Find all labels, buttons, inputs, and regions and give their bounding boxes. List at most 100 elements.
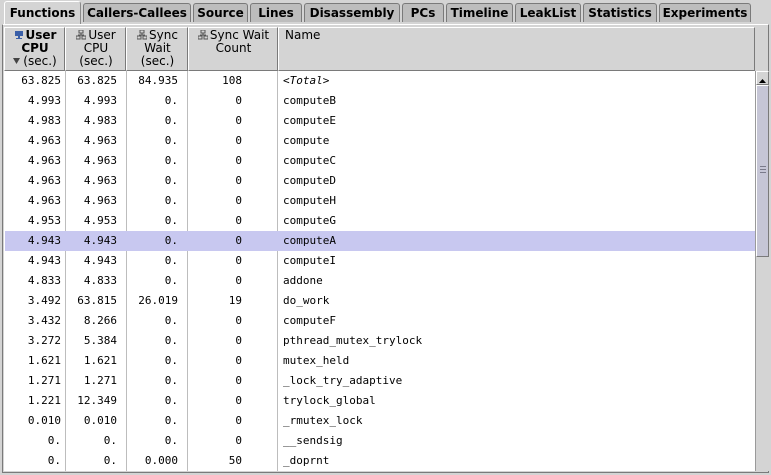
header-inclusive-sync-wait[interactable]: Sync Wait (sec.) — [126, 27, 188, 71]
cell-sync-wait: 0. — [164, 234, 178, 247]
table-row[interactable]: 0. 0. 0.000 50 _doprnt — [5, 451, 755, 471]
cell-function-name: computeD — [283, 174, 336, 187]
tab-timeline[interactable]: Timeline — [446, 3, 513, 22]
cell-inclusive-user-cpu: 4.983 — [83, 114, 117, 127]
tab-leaklist[interactable]: LeakList — [515, 3, 581, 22]
functions-table-body[interactable]: 63.825 63.825 84.935 108 <Total> 4.993 4.993 0.… — [4, 71, 755, 471]
header-label-line1: Sync — [149, 28, 178, 42]
cell-inclusive-user-cpu: 4.963 — [83, 174, 117, 187]
tab-lines[interactable]: Lines — [250, 3, 302, 22]
cell-inclusive-user-cpu: 1.271 — [83, 374, 117, 387]
cell-function-name: computeG — [283, 214, 336, 227]
cell-inclusive-user-cpu: 4.943 — [83, 234, 117, 247]
tab-source[interactable]: Source — [193, 3, 248, 22]
scroll-up-button[interactable] — [756, 71, 769, 85]
inclusive-metric-icon — [76, 30, 87, 40]
table-row[interactable]: 4.963 4.963 0. 0 computeH — [5, 191, 755, 211]
cell-sync-wait-count: 0 — [235, 194, 242, 207]
cell-function-name: addone — [283, 274, 323, 287]
tab-disassembly[interactable]: Disassembly — [304, 3, 400, 22]
cell-inclusive-user-cpu: 4.953 — [83, 214, 117, 227]
vertical-scrollbar[interactable] — [755, 71, 769, 471]
table-row[interactable]: 3.432 8.266 0. 0 computeF — [5, 311, 755, 331]
cell-exclusive-user-cpu: 3.492 — [27, 294, 61, 307]
cell-function-name: computeA — [283, 234, 336, 247]
cell-exclusive-user-cpu: 0.010 — [27, 414, 61, 427]
cell-sync-wait: 26.019 — [138, 294, 178, 307]
cell-function-name: computeE — [283, 114, 336, 127]
cell-function-name: mutex_held — [283, 354, 350, 367]
table-row[interactable]: 1.271 1.271 0. 0 _lock_try_adaptive — [5, 371, 755, 391]
exclusive-metric-icon — [14, 31, 23, 39]
thumb-grip — [760, 172, 766, 173]
cell-inclusive-user-cpu: 4.993 — [83, 94, 117, 107]
cell-sync-wait-count: 0 — [235, 214, 242, 227]
table-row[interactable]: 4.943 4.943 0. 0 computeA — [5, 231, 755, 251]
inclusive-metric-icon — [137, 30, 148, 40]
table-row[interactable]: 3.492 63.815 26.019 19 do_work — [5, 291, 755, 311]
table-row[interactable]: 4.983 4.983 0. 0 computeE — [5, 111, 755, 131]
inclusive-metric-icon — [197, 30, 208, 40]
table-row[interactable]: 63.825 63.825 84.935 108 <Total> — [5, 71, 755, 91]
table-row[interactable]: 0. 0. 0. 0 __sendsig — [5, 431, 755, 451]
cell-function-name: _rmutex_lock — [283, 414, 363, 427]
tab-bar: Functions Callers-Callees Source Lines D… — [0, 0, 771, 24]
table-row[interactable]: 4.833 4.833 0. 0 addone — [5, 271, 755, 291]
table-row[interactable]: 4.953 4.953 0. 0 computeG — [5, 211, 755, 231]
header-inclusive-user-cpu[interactable]: User CPU (sec.) — [65, 27, 126, 71]
table-row[interactable]: 4.963 4.963 0. 0 compute — [5, 131, 755, 151]
cell-inclusive-user-cpu: 4.963 — [83, 194, 117, 207]
header-exclusive-user-cpu[interactable]: User CPU (sec.) — [4, 27, 65, 71]
cell-sync-wait: 0. — [164, 114, 178, 127]
tab-functions[interactable]: Functions — [4, 1, 81, 24]
cell-function-name: do_work — [283, 294, 330, 307]
tab-experiments[interactable]: Experiments — [659, 3, 751, 22]
cell-function-name: computeH — [283, 194, 336, 207]
table-row[interactable]: 1.221 12.349 0. 0 trylock_global — [5, 391, 755, 411]
cell-exclusive-user-cpu: 4.983 — [27, 114, 61, 127]
cell-sync-wait-count: 50 — [228, 454, 242, 467]
header-label-line2: Wait — [144, 41, 171, 55]
tab-pcs[interactable]: PCs — [402, 3, 444, 22]
cell-exclusive-user-cpu: 0. — [47, 454, 61, 467]
tab-statistics[interactable]: Statistics — [583, 3, 657, 22]
table-row[interactable]: 0.010 0.010 0. 0 _rmutex_lock — [5, 411, 755, 431]
cell-sync-wait: 0.000 — [144, 454, 178, 467]
cell-inclusive-user-cpu: 4.833 — [83, 274, 117, 287]
cell-inclusive-user-cpu: 0.010 — [83, 414, 117, 427]
header-inclusive-sync-wait-count[interactable]: Sync Wait Count — [188, 27, 278, 71]
header-label-line1: Sync Wait — [209, 28, 270, 42]
cell-sync-wait: 84.935 — [138, 74, 178, 87]
cell-inclusive-user-cpu: 4.963 — [83, 154, 117, 167]
cell-sync-wait: 0. — [164, 314, 178, 327]
cell-sync-wait-count: 0 — [235, 94, 242, 107]
cell-sync-wait-count: 19 — [228, 294, 242, 307]
header-name[interactable]: Name — [278, 27, 755, 71]
cell-exclusive-user-cpu: 4.963 — [27, 174, 61, 187]
cell-sync-wait-count: 0 — [235, 334, 242, 347]
cell-sync-wait: 0. — [164, 334, 178, 347]
table-row[interactable]: 3.272 5.384 0. 0 pthread_mutex_trylock — [5, 331, 755, 351]
cell-sync-wait: 0. — [164, 134, 178, 147]
cell-sync-wait-count: 0 — [235, 274, 242, 287]
table-row[interactable]: 4.993 4.993 0. 0 computeB — [5, 91, 755, 111]
tab-callers-callees[interactable]: Callers-Callees — [83, 3, 191, 22]
table-row[interactable]: 1.621 1.621 0. 0 mutex_held — [5, 351, 755, 371]
header-label-line3: (sec.) — [140, 54, 175, 68]
header-label-line3: (sec.) — [23, 54, 57, 68]
cell-exclusive-user-cpu: 3.432 — [27, 314, 61, 327]
table-row[interactable]: 4.963 4.963 0. 0 computeC — [5, 151, 755, 171]
cell-sync-wait-count: 0 — [235, 354, 242, 367]
cell-sync-wait-count: 0 — [235, 154, 242, 167]
table-row[interactable]: 4.943 4.943 0. 0 computeI — [5, 251, 755, 271]
cell-function-name: pthread_mutex_trylock — [283, 334, 423, 347]
cell-exclusive-user-cpu: 4.943 — [27, 234, 61, 247]
cell-inclusive-user-cpu: 63.815 — [77, 294, 117, 307]
header-label-line3: (sec.) — [79, 54, 113, 68]
cell-sync-wait: 0. — [164, 434, 178, 447]
cell-exclusive-user-cpu: 1.621 — [27, 354, 61, 367]
header-label-name: Name — [285, 28, 321, 42]
scrollbar-thumb[interactable] — [756, 85, 769, 257]
cell-sync-wait-count: 108 — [222, 74, 242, 87]
table-row[interactable]: 4.963 4.963 0. 0 computeD — [5, 171, 755, 191]
